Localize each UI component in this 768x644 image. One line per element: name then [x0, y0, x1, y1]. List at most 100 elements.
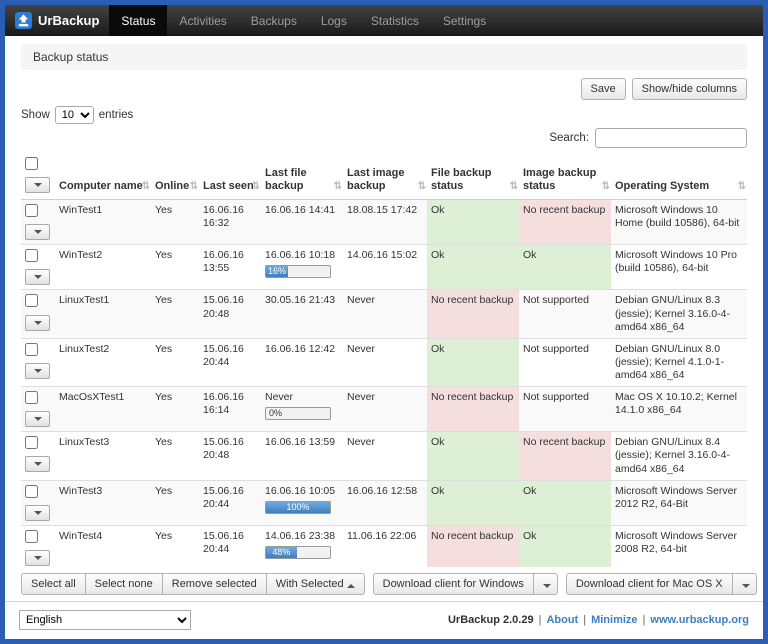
last-image-backup-cell: 18.08.15 17:42: [343, 200, 427, 245]
brand[interactable]: UrBackup: [13, 5, 109, 36]
operating-system-cell: Microsoft Windows 10 Home (build 10586),…: [611, 200, 747, 245]
download-linux-button[interactable]: Download client for Linux: [765, 573, 768, 595]
search-row: Search:: [21, 128, 747, 148]
col-header-last-image-backup[interactable]: Last image backup⇅: [343, 154, 427, 200]
last-file-backup-date: 16.06.16 10:18: [265, 249, 339, 262]
row-checkbox[interactable]: [25, 391, 38, 404]
navbar: UrBackup Status Activities Backups Logs …: [5, 5, 763, 36]
tab-activities[interactable]: Activities: [167, 5, 238, 36]
col-header-last-file-backup[interactable]: Last file backup⇅: [261, 154, 343, 200]
about-link[interactable]: About: [546, 614, 578, 626]
row-dropdown-toggle[interactable]: [25, 224, 50, 240]
last-seen-cell: 16.06.16 13:55: [199, 245, 261, 290]
download-mac-button[interactable]: Download client for Mac OS X: [566, 573, 733, 595]
last-seen-cell: 15.06.16 20:44: [199, 338, 261, 386]
header-dropdown-toggle[interactable]: [25, 177, 50, 193]
chevron-down-icon: [34, 511, 42, 515]
file-backup-status-cell: No recent backup: [427, 290, 519, 338]
progress-label: 100%: [266, 502, 330, 513]
col-header-online[interactable]: Online⇅: [151, 154, 199, 200]
row-dropdown-toggle[interactable]: [25, 315, 50, 331]
row-dropdown-toggle[interactable]: [25, 363, 50, 379]
file-backup-progressbar: 16%: [265, 265, 331, 278]
chevron-down-icon: [742, 584, 750, 588]
row-checkbox[interactable]: [25, 530, 38, 543]
last-image-backup-cell: 14.06.16 15:02: [343, 245, 427, 290]
minimize-link[interactable]: Minimize: [591, 614, 637, 626]
col-header-image-backup-status[interactable]: Image backup status⇅: [519, 154, 611, 200]
row-checkbox[interactable]: [25, 294, 38, 307]
last-image-backup-cell: Never: [343, 290, 427, 338]
row-checkbox[interactable]: [25, 485, 38, 498]
last-file-backup-cell: 16.06.16 14:41: [261, 200, 343, 245]
row-dropdown-toggle[interactable]: [25, 550, 50, 566]
download-mac-caret-button[interactable]: [732, 573, 757, 595]
row-select-cell: [21, 480, 55, 525]
footer: English UrBackup 2.0.29 | About | Minimi…: [5, 601, 763, 639]
select-all-button[interactable]: Select all: [21, 573, 86, 595]
last-file-backup-date: 30.05.16 21:43: [265, 294, 339, 307]
search-input[interactable]: [595, 128, 747, 148]
sort-icon: ⇅: [334, 181, 342, 193]
urbackup-app: UrBackup Status Activities Backups Logs …: [0, 0, 768, 644]
row-dropdown-toggle[interactable]: [25, 269, 50, 285]
online-cell: Yes: [151, 338, 199, 386]
tab-status[interactable]: Status: [109, 5, 167, 36]
online-cell: Yes: [151, 525, 199, 567]
tab-statistics[interactable]: Statistics: [359, 5, 431, 36]
row-dropdown-toggle[interactable]: [25, 505, 50, 521]
remove-selected-button[interactable]: Remove selected: [162, 573, 267, 595]
sort-icon: ⇅: [510, 181, 518, 193]
progress-label: 0%: [266, 408, 282, 419]
download-windows-caret-button[interactable]: [533, 573, 558, 595]
last-image-backup-cell: Never: [343, 432, 427, 480]
col-header-file-backup-status[interactable]: File backup status⇅: [427, 154, 519, 200]
last-seen-cell: 16.06.16 16:14: [199, 387, 261, 432]
save-button[interactable]: Save: [581, 78, 626, 100]
image-backup-status-cell: Not supported: [519, 387, 611, 432]
last-file-backup-cell: 30.05.16 21:43: [261, 290, 343, 338]
computer-name-cell: LinuxTest2: [55, 338, 151, 386]
with-selected-button[interactable]: With Selected: [266, 573, 365, 595]
row-checkbox[interactable]: [25, 436, 38, 449]
table-row: WinTest1 Yes 16.06.16 16:32 16.06.16 14:…: [21, 200, 747, 245]
select-none-button[interactable]: Select none: [85, 573, 163, 595]
file-backup-progressbar: 100%: [265, 501, 331, 514]
col-header-last-seen[interactable]: Last seen⇅: [199, 154, 261, 200]
row-select-cell: [21, 200, 55, 245]
row-select-cell: [21, 387, 55, 432]
operating-system-cell: Debian GNU/Linux 8.4 (jessie); Kernel 3.…: [611, 432, 747, 480]
row-select-cell: [21, 290, 55, 338]
table-row: WinTest2 Yes 16.06.16 13:55 16.06.16 10:…: [21, 245, 747, 290]
operating-system-cell: Debian GNU/Linux 8.3 (jessie); Kernel 3.…: [611, 290, 747, 338]
tab-backups[interactable]: Backups: [239, 5, 309, 36]
row-checkbox[interactable]: [25, 343, 38, 356]
col-header-computer-name[interactable]: Computer name⇅: [55, 154, 151, 200]
brand-label: UrBackup: [38, 13, 99, 28]
row-checkbox[interactable]: [25, 249, 38, 262]
language-select[interactable]: English: [19, 610, 191, 630]
image-backup-status-cell: Not supported: [519, 338, 611, 386]
tab-logs[interactable]: Logs: [309, 5, 359, 36]
entries-label: entries: [99, 109, 134, 121]
file-backup-status-cell: Ok: [427, 480, 519, 525]
row-dropdown-toggle[interactable]: [25, 456, 50, 472]
tab-settings[interactable]: Settings: [431, 5, 498, 36]
col-header-operating-system[interactable]: Operating System⇅: [611, 154, 747, 200]
chevron-down-icon: [34, 183, 42, 187]
row-select-cell: [21, 525, 55, 567]
row-dropdown-toggle[interactable]: [25, 411, 50, 427]
entries-select[interactable]: 10: [55, 106, 94, 124]
row-select-cell: [21, 432, 55, 480]
select-all-checkbox[interactable]: [25, 157, 38, 170]
computer-name-cell: WinTest2: [55, 245, 151, 290]
last-file-backup-date: 14.06.16 23:38: [265, 530, 339, 543]
row-checkbox[interactable]: [25, 204, 38, 217]
last-file-backup-cell: 16.06.16 10:18 16%: [261, 245, 343, 290]
last-seen-cell: 15.06.16 20:44: [199, 525, 261, 567]
urbackup-org-link[interactable]: www.urbackup.org: [650, 614, 749, 626]
showhide-columns-button[interactable]: Show/hide columns: [632, 78, 747, 100]
computer-name-cell: WinTest3: [55, 480, 151, 525]
download-windows-button[interactable]: Download client for Windows: [373, 573, 534, 595]
file-backup-status-cell: No recent backup: [427, 525, 519, 567]
